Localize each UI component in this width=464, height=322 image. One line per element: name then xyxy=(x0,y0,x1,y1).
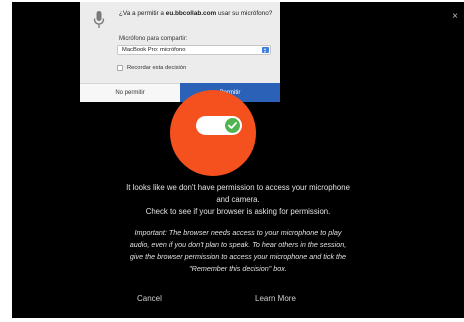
close-icon[interactable]: × xyxy=(452,12,458,22)
question-prefix: ¿Va a permitir a xyxy=(119,10,166,17)
important-line: give the browser permission to access yo… xyxy=(129,252,347,261)
site-domain: eu.bbcollab.com xyxy=(165,10,217,17)
remember-checkbox[interactable] xyxy=(117,64,123,71)
important-line: Important: The browser needs access to y… xyxy=(134,228,342,237)
cancel-button[interactable]: Cancel xyxy=(137,294,162,303)
important-message: Important: The browser needs access to y… xyxy=(12,227,464,275)
remember-decision-row[interactable]: Recordar esta decisión xyxy=(117,63,186,72)
microphone-select[interactable]: MacBook Pro: micrófono xyxy=(117,45,271,55)
remember-label: Recordar esta decisión xyxy=(127,64,187,71)
permission-message: It looks like we don't have permission t… xyxy=(12,182,464,218)
toggle-icon xyxy=(196,116,242,135)
question-suffix: usar su micrófono? xyxy=(216,10,273,17)
selected-microphone: MacBook Pro: micrófono xyxy=(122,47,186,53)
important-line: "Remember this decision" box. xyxy=(189,264,287,273)
deny-button[interactable]: No permitir xyxy=(80,83,180,102)
message-line: Check to see if your browser is asking f… xyxy=(145,207,331,216)
check-icon xyxy=(228,122,237,129)
microphone-toggle-icon xyxy=(170,90,256,176)
learn-more-link[interactable]: Learn More xyxy=(255,294,296,303)
permission-question: ¿Va a permitir a eu.bbcollab.com usar su… xyxy=(119,10,275,18)
important-line: audio, even if you don't plan to speak. … xyxy=(129,240,347,249)
microphone-icon xyxy=(93,11,105,28)
check-knob-icon xyxy=(225,118,240,133)
share-label: Micrófono para compartir: xyxy=(119,36,188,42)
message-line: It looks like we don't have permission t… xyxy=(126,183,350,192)
permission-screen: × ¿Va a permitir a eu.bbcollab.com usar … xyxy=(12,2,464,318)
select-arrows-icon xyxy=(262,47,269,53)
browser-permission-popup: ¿Va a permitir a eu.bbcollab.com usar su… xyxy=(80,2,280,102)
message-line: and camera. xyxy=(216,195,260,204)
